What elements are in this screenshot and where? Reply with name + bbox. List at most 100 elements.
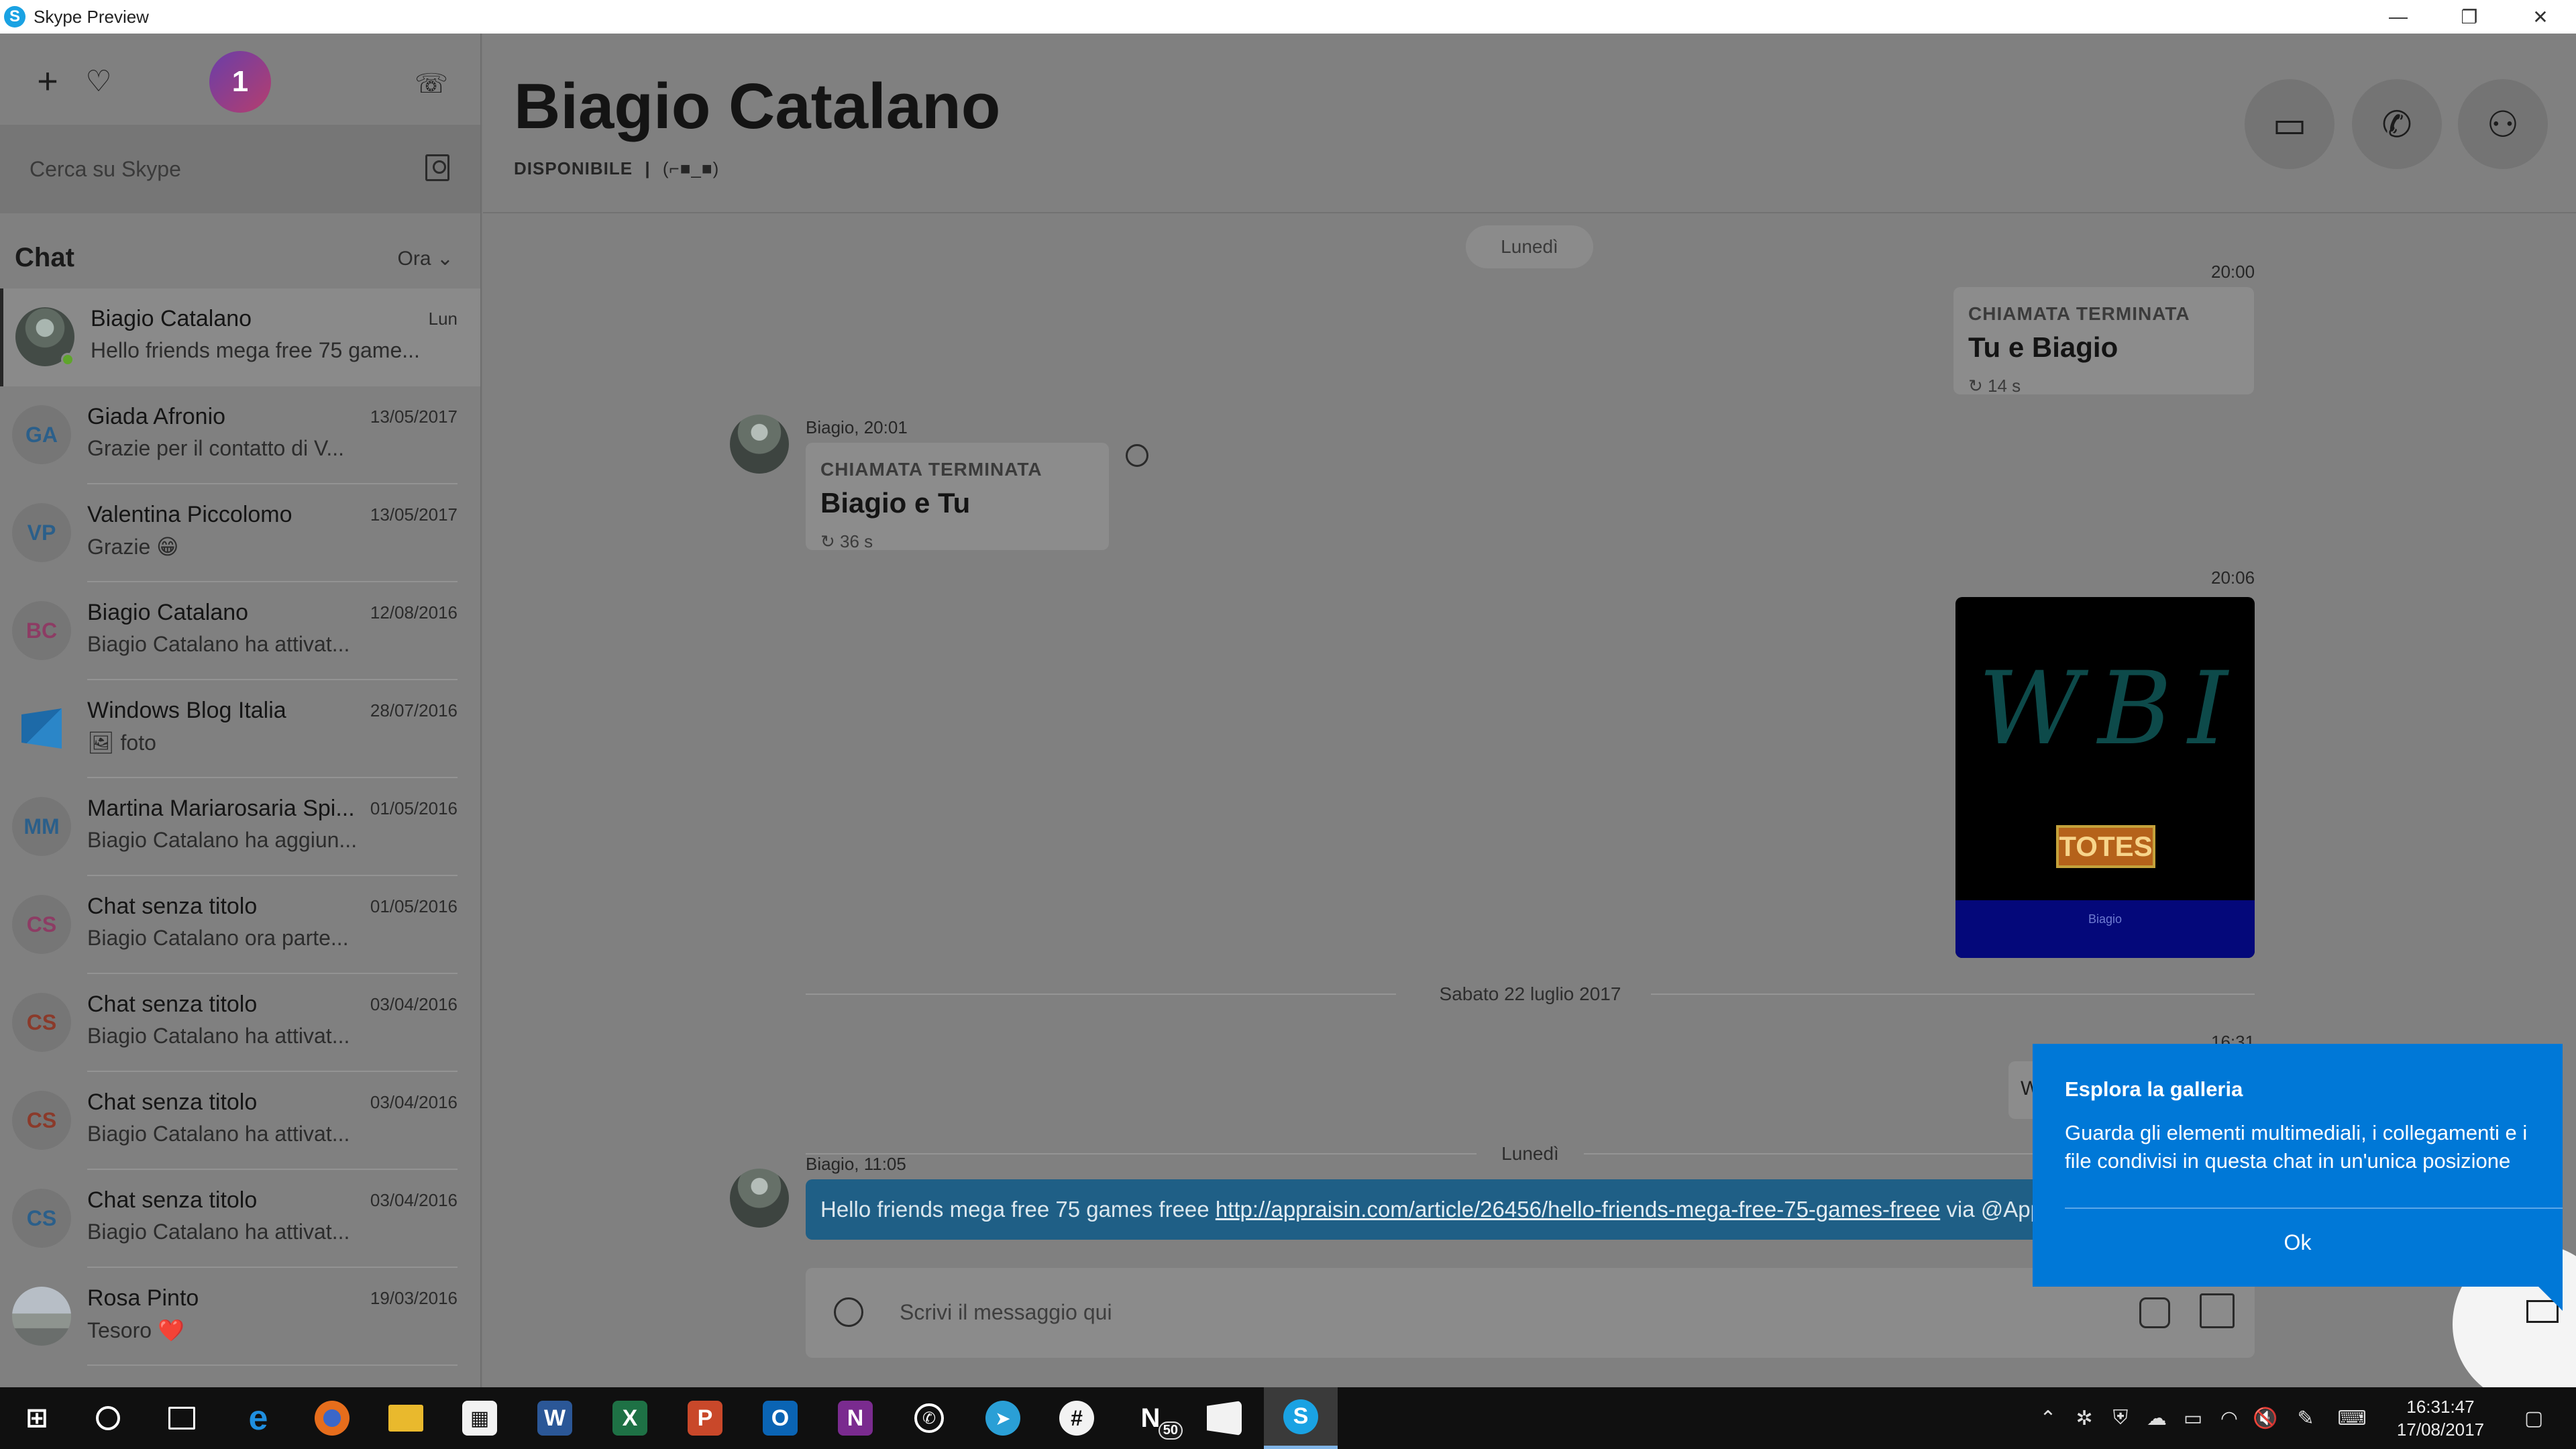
taskbar-excel[interactable]: X xyxy=(593,1387,667,1449)
keyboard-tray-icon[interactable]: ⌨ xyxy=(2333,1406,2371,1430)
chat-name: Chat senza titolo xyxy=(87,1187,258,1213)
message-time: 20:06 xyxy=(2211,568,2255,588)
taskbar-windows-blog[interactable] xyxy=(1187,1387,1261,1449)
volume-mute-tray-icon[interactable]: 🔇 xyxy=(2253,1406,2278,1430)
tray-overflow-icon[interactable]: ⌃ xyxy=(2035,1406,2061,1430)
profile-avatar[interactable]: 1 xyxy=(209,51,271,113)
taskbar-outlook[interactable]: O xyxy=(743,1387,817,1449)
voice-call-button[interactable]: ✆ xyxy=(2352,79,2442,169)
media-gallery-icon[interactable] xyxy=(2200,1293,2235,1328)
chat-item-windows-blog-italia[interactable]: Windows Blog Italia 28/07/2016 🖼 foto xyxy=(0,680,480,778)
heart-icon[interactable]: ♡ xyxy=(75,58,122,105)
tooltip-title: Esplora la galleria xyxy=(2065,1077,2243,1101)
window-controls: — ❐ ✕ xyxy=(2363,0,2576,34)
tooltip-body: Guarda gli elementi multimediali, i coll… xyxy=(2065,1121,2528,1173)
contact-book-icon[interactable] xyxy=(425,154,449,181)
action-center-icon[interactable]: ▢ xyxy=(2517,1406,2551,1430)
avatar-initials: CS xyxy=(12,1091,71,1150)
taskbar-slack[interactable]: # xyxy=(1040,1387,1114,1449)
pen-tray-icon[interactable]: ✎ xyxy=(2293,1406,2318,1430)
chat-date: 01/05/2016 xyxy=(370,798,458,818)
taskbar-word[interactable]: W xyxy=(518,1387,592,1449)
contact-name[interactable]: Biagio Catalano xyxy=(514,70,1000,144)
cortana-button[interactable] xyxy=(71,1387,145,1449)
avatar xyxy=(12,1287,71,1346)
word-icon: W xyxy=(537,1401,572,1436)
contact-status-line: DISPONIBILE | (⌐■_■) xyxy=(514,158,719,179)
search-input[interactable] xyxy=(30,149,405,189)
start-button[interactable]: ⊞ xyxy=(0,1387,74,1449)
chat-item-chat-senza-titolo-2[interactable]: CS Chat senza titolo 03/04/2016 Biagio C… xyxy=(0,974,480,1072)
day-pill: Lunedì xyxy=(1466,225,1593,268)
call-ended-card[interactable]: CHIAMATA TERMINATA Biagio e Tu ↻ 36 s xyxy=(806,443,1109,551)
taskbar-news[interactable]: N 50 xyxy=(1114,1387,1187,1449)
taskbar-edge[interactable]: e xyxy=(221,1387,295,1449)
taskbar-firefox[interactable] xyxy=(295,1387,369,1449)
chat-date: 03/04/2016 xyxy=(370,1190,458,1210)
minimize-button[interactable]: — xyxy=(2363,0,2434,34)
date-separator-text: Sabato 22 luglio 2017 xyxy=(1439,983,1621,1004)
plus-icon[interactable]: + xyxy=(24,58,71,105)
chat-item-chat-senza-titolo-4[interactable]: CS Chat senza titolo 03/04/2016 Biagio C… xyxy=(0,1170,480,1268)
close-button[interactable]: ✕ xyxy=(2505,0,2576,34)
taskbar-onenote[interactable]: N xyxy=(818,1387,892,1449)
chat-preview: Biagio Catalano ha attivat... xyxy=(87,632,350,656)
chat-date: 28/07/2016 xyxy=(370,700,458,720)
skype-icon: S xyxy=(1283,1399,1318,1434)
defender-tray-icon[interactable]: ⛨ xyxy=(2108,1406,2133,1430)
message-link[interactable]: http://appraisin.com/article/26456/hello… xyxy=(1216,1197,1940,1222)
chat-item-valentina-piccolomo[interactable]: VP Valentina Piccolomo 13/05/2017 Grazie… xyxy=(0,484,480,582)
mood-text: (⌐■_■) xyxy=(662,158,720,178)
emoji-icon[interactable] xyxy=(834,1297,863,1327)
restore-button[interactable]: ❐ xyxy=(2434,0,2505,34)
slack-tray-icon[interactable]: ✲ xyxy=(2072,1406,2097,1430)
chat-item-giada-afronio[interactable]: GA Giada Afronio 13/05/2017 Grazie per i… xyxy=(0,386,480,484)
message-input[interactable] xyxy=(900,1292,2000,1332)
call-ended-card[interactable]: CHIAMATA TERMINATA Tu e Biagio ↻ 14 s xyxy=(1953,287,2254,396)
video-call-icon: ▭ xyxy=(2272,104,2307,145)
chat-name: Chat senza titolo xyxy=(87,1089,258,1115)
chat-name: Biagio Catalano xyxy=(87,600,249,625)
chat-item-martina[interactable]: MM Martina Mariarosaria Spi... 01/05/201… xyxy=(0,778,480,876)
chat-item-biagio-catalano-2[interactable]: BC Biagio Catalano 12/08/2016 Biagio Cat… xyxy=(0,582,480,680)
chat-preview: 🖼 foto xyxy=(87,731,156,755)
taskbar-whatsapp[interactable]: ✆ xyxy=(892,1387,966,1449)
chat-item-biagio-catalano[interactable]: Biagio Catalano Lun Hello friends mega f… xyxy=(0,288,480,386)
sender-avatar[interactable] xyxy=(730,415,789,474)
chat-item-chat-senza-titolo-1[interactable]: CS Chat senza titolo 01/05/2016 Biagio C… xyxy=(0,876,480,974)
taskbar-store[interactable]: ▦ xyxy=(443,1387,517,1449)
avatar-initials: VP xyxy=(12,503,71,562)
chat-date: 13/05/2017 xyxy=(370,407,458,427)
tooltip-ok-button[interactable]: Ok xyxy=(2033,1230,2563,1255)
onedrive-tray-icon[interactable]: ☁ xyxy=(2144,1406,2169,1430)
taskbar-file-explorer[interactable] xyxy=(369,1387,443,1449)
sender-avatar[interactable] xyxy=(730,1169,789,1228)
sort-dropdown[interactable]: Ora ⌄ xyxy=(398,247,454,270)
message-time: 20:00 xyxy=(2211,262,2255,282)
chat-name: Giada Afronio xyxy=(87,404,226,429)
image-message[interactable]: WBI TOTES Biagio xyxy=(1955,597,2255,958)
chat-item-rosa-pinto[interactable]: Rosa Pinto 19/03/2016 Tesoro ❤️ xyxy=(0,1268,480,1366)
taskbar-powerpoint[interactable]: P xyxy=(668,1387,742,1449)
taskbar: ⊞ e ▦ W X P O N ✆ ➤ # N 50 S ⌃ ✲ ⛨ ☁ ▭ ◠… xyxy=(0,1387,2576,1449)
chat-list: Biagio Catalano Lun Hello friends mega f… xyxy=(0,288,480,1366)
wifi-tray-icon[interactable]: ◠ xyxy=(2216,1406,2242,1430)
video-call-button[interactable]: ▭ xyxy=(2245,79,2334,169)
telegram-icon: ➤ xyxy=(985,1401,1020,1436)
image-caption: Biagio xyxy=(2088,912,2123,926)
add-reaction-icon[interactable] xyxy=(1126,444,1148,467)
avatar-initials: CS xyxy=(12,1189,71,1248)
taskbar-skype[interactable]: S xyxy=(1264,1387,1338,1449)
excel-icon: X xyxy=(612,1401,647,1436)
news-icon: N 50 xyxy=(1133,1401,1183,1440)
chat-item-chat-senza-titolo-3[interactable]: CS Chat senza titolo 03/04/2016 Biagio C… xyxy=(0,1072,480,1170)
onenote-icon: N xyxy=(838,1401,873,1436)
taskbar-telegram[interactable]: ➤ xyxy=(966,1387,1040,1449)
battery-tray-icon[interactable]: ▭ xyxy=(2180,1406,2206,1430)
task-view-button[interactable] xyxy=(145,1387,219,1449)
sticker-icon[interactable] xyxy=(2139,1297,2170,1328)
call-history-icon[interactable]: ☏ xyxy=(408,60,455,107)
chat-date: 19/03/2016 xyxy=(370,1288,458,1308)
clock[interactable]: 16:31:47 17/08/2017 xyxy=(2373,1395,2508,1441)
add-person-button[interactable]: ⚇ xyxy=(2458,79,2548,169)
